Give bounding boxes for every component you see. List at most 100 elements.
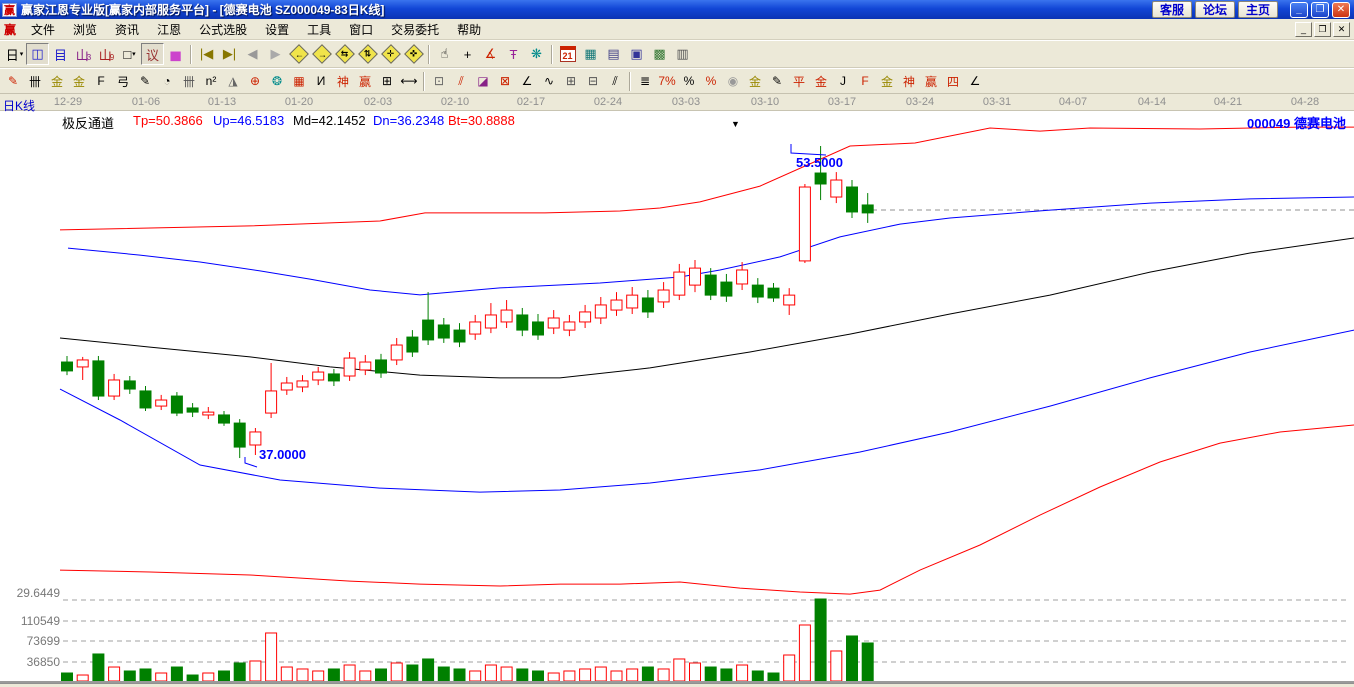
protractor-icon[interactable]: ∡ xyxy=(479,43,502,65)
win-angle-icon[interactable]: 赢 xyxy=(920,71,942,92)
fan-box-purple-icon[interactable]: ◪ xyxy=(472,71,494,92)
fib-grid-icon[interactable]: F xyxy=(90,71,112,92)
main-layout-icon[interactable]: ◫ xyxy=(26,43,49,65)
angle-eq-icon[interactable]: ∠ xyxy=(964,71,986,92)
gold-angle-icon[interactable]: 金 xyxy=(876,71,898,92)
web-box-icon[interactable]: ▦ xyxy=(288,71,310,92)
menu-item-8[interactable]: 窗口 xyxy=(340,21,382,39)
angle-lines-icon[interactable]: ∠ xyxy=(516,71,538,92)
percent-icon[interactable]: % xyxy=(678,71,700,92)
date-tick: 03-31 xyxy=(982,96,1012,108)
fan-box-red-icon[interactable]: ⊠ xyxy=(494,71,516,92)
calendar-icon[interactable]: 21 xyxy=(556,43,579,65)
chart-area[interactable]: 29.6449 110549 73699 36850 53.5000 37.0000 极反… xyxy=(0,111,1354,683)
parallel-lines-icon[interactable]: ⫽ xyxy=(604,71,626,92)
candlestick-chart[interactable]: 29.6449 110549 73699 36850 53.5000 37.0000 xyxy=(0,111,1354,683)
mdi-minimize-button[interactable]: _ xyxy=(1295,21,1312,37)
n2-grid-icon[interactable]: n² xyxy=(200,71,222,92)
minimize-button[interactable]: _ xyxy=(1290,1,1308,18)
close-button[interactable]: ✕ xyxy=(1332,1,1350,18)
menu-item-6[interactable]: 设置 xyxy=(256,21,298,39)
homepage-button[interactable]: 主页 xyxy=(1237,1,1278,18)
pen-vertical-icon[interactable]: ✎ xyxy=(766,71,788,92)
menu-item-4[interactable]: 江恩 xyxy=(148,21,190,39)
wave-n-icon[interactable]: И xyxy=(310,71,332,92)
draw-pen-icon[interactable]: ✎ xyxy=(2,71,24,92)
menu-item-10[interactable]: 帮助 xyxy=(448,21,490,39)
menu-item-3[interactable]: 资讯 xyxy=(106,21,148,39)
compress-v-diamond-icon[interactable]: ⇅ xyxy=(356,43,379,65)
menu-item-5[interactable]: 公式选股 xyxy=(190,21,256,39)
gold-grid2-icon[interactable]: 金 xyxy=(68,71,90,92)
zoom-in-diamond-icon[interactable]: ✛ xyxy=(379,43,402,65)
zigzag-icon[interactable]: ∿ xyxy=(538,71,560,92)
gold-lines-icon[interactable]: 金 xyxy=(744,71,766,92)
nav-last-icon[interactable]: ▶| xyxy=(218,43,241,65)
indicator-overlay-icon[interactable]: 议 xyxy=(141,43,164,65)
chart-3min-icon[interactable]: 山3 xyxy=(72,43,95,65)
win-grid-icon[interactable]: 赢 xyxy=(354,71,376,92)
date-tick: 02-24 xyxy=(593,96,623,108)
gold-underline-icon[interactable]: 金 xyxy=(810,71,832,92)
mdi-restore-button[interactable]: ❐ xyxy=(1314,21,1331,37)
angle-a-icon[interactable]: ◮ xyxy=(222,71,244,92)
calculator-icon[interactable]: ▦ xyxy=(579,43,602,65)
bottom-border xyxy=(0,683,1354,687)
date-tick: 02-17 xyxy=(516,96,546,108)
shen-grid-icon[interactable]: 神 xyxy=(332,71,354,92)
four-angle-icon[interactable]: 四 xyxy=(942,71,964,92)
save-net-icon[interactable]: ▩ xyxy=(648,43,671,65)
crosshair-icon[interactable]: + xyxy=(456,43,479,65)
ruler-123-icon[interactable]: ⊞ xyxy=(376,71,398,92)
date-tick: 01-20 xyxy=(284,96,314,108)
shen-angle-icon[interactable]: 神 xyxy=(898,71,920,92)
percent7-icon[interactable]: 7% xyxy=(656,71,678,92)
colored-volume-icon[interactable]: ▅ xyxy=(164,43,187,65)
gold-circle-icon[interactable]: ◉ xyxy=(722,71,744,92)
gold-grid-icon[interactable]: 金 xyxy=(46,71,68,92)
nav-first-icon[interactable]: |◀ xyxy=(195,43,218,65)
grid-square-icon[interactable]: ⊞ xyxy=(560,71,582,92)
width-measure-icon[interactable]: ⟷ xyxy=(398,71,420,92)
candle-style-button[interactable]: □ ▾ xyxy=(118,43,141,65)
grid-square-arrow-icon[interactable]: ⊟ xyxy=(582,71,604,92)
menu-item-2[interactable]: 浏览 xyxy=(64,21,106,39)
compress-h-diamond-icon[interactable]: ⇆ xyxy=(333,43,356,65)
workstation-icon[interactable]: ▥ xyxy=(671,43,694,65)
menu-item-1[interactable]: 文件 xyxy=(22,21,64,39)
cycle-clock-icon[interactable]: ◔ xyxy=(156,71,178,92)
menu-item-9[interactable]: 交易委托 xyxy=(382,21,448,39)
f-angle-icon[interactable]: F xyxy=(854,71,876,92)
grid-icon[interactable]: 卌 xyxy=(24,71,46,92)
save-icon[interactable]: ▣ xyxy=(625,43,648,65)
memo-icon[interactable]: ▤ xyxy=(602,43,625,65)
nav-next-icon[interactable]: ▶ xyxy=(264,43,287,65)
box-tool-icon[interactable]: ⊡ xyxy=(428,71,450,92)
star-web-icon[interactable]: ❂ xyxy=(266,71,288,92)
ping-wave-icon[interactable]: 平 xyxy=(788,71,810,92)
gann-tool-icon[interactable]: Ŧ xyxy=(502,43,525,65)
menu-item-7[interactable]: 工具 xyxy=(298,21,340,39)
pen-grid-icon[interactable]: ✎ xyxy=(134,71,156,92)
shift-right-diamond-icon[interactable]: → xyxy=(310,43,333,65)
shift-left-diamond-icon[interactable]: ← xyxy=(287,43,310,65)
nav-prev-icon[interactable]: ◀ xyxy=(241,43,264,65)
gann-fan-icon[interactable]: ⫽ xyxy=(450,71,472,92)
chart-9min-icon[interactable]: 山9 xyxy=(95,43,118,65)
mdi-close-button[interactable]: ✕ xyxy=(1333,21,1350,37)
hash-icon[interactable]: 卌 xyxy=(178,71,200,92)
web-knot-icon[interactable]: ❋ xyxy=(525,43,548,65)
j-angle-icon[interactable]: J xyxy=(832,71,854,92)
histogram-icon[interactable]: ≣ xyxy=(634,71,656,92)
customer-service-button[interactable]: 客服 xyxy=(1151,1,1192,18)
percent3-icon[interactable]: % xyxy=(700,71,722,92)
info-board-icon[interactable]: 目 xyxy=(49,43,72,65)
period-day-button[interactable]: 日 ▾ xyxy=(3,43,26,65)
zoom-out-diamond-icon[interactable]: ✜ xyxy=(402,43,425,65)
indicator-value-4: Dn=36.2348 xyxy=(373,113,445,128)
arc-grid-icon[interactable]: 弓 xyxy=(112,71,134,92)
circle-target-icon[interactable]: ⊕ xyxy=(244,71,266,92)
pan-hand-icon[interactable]: ☝ xyxy=(433,43,456,65)
restore-button[interactable]: ❐ xyxy=(1311,1,1329,18)
forum-button[interactable]: 论坛 xyxy=(1194,1,1235,18)
